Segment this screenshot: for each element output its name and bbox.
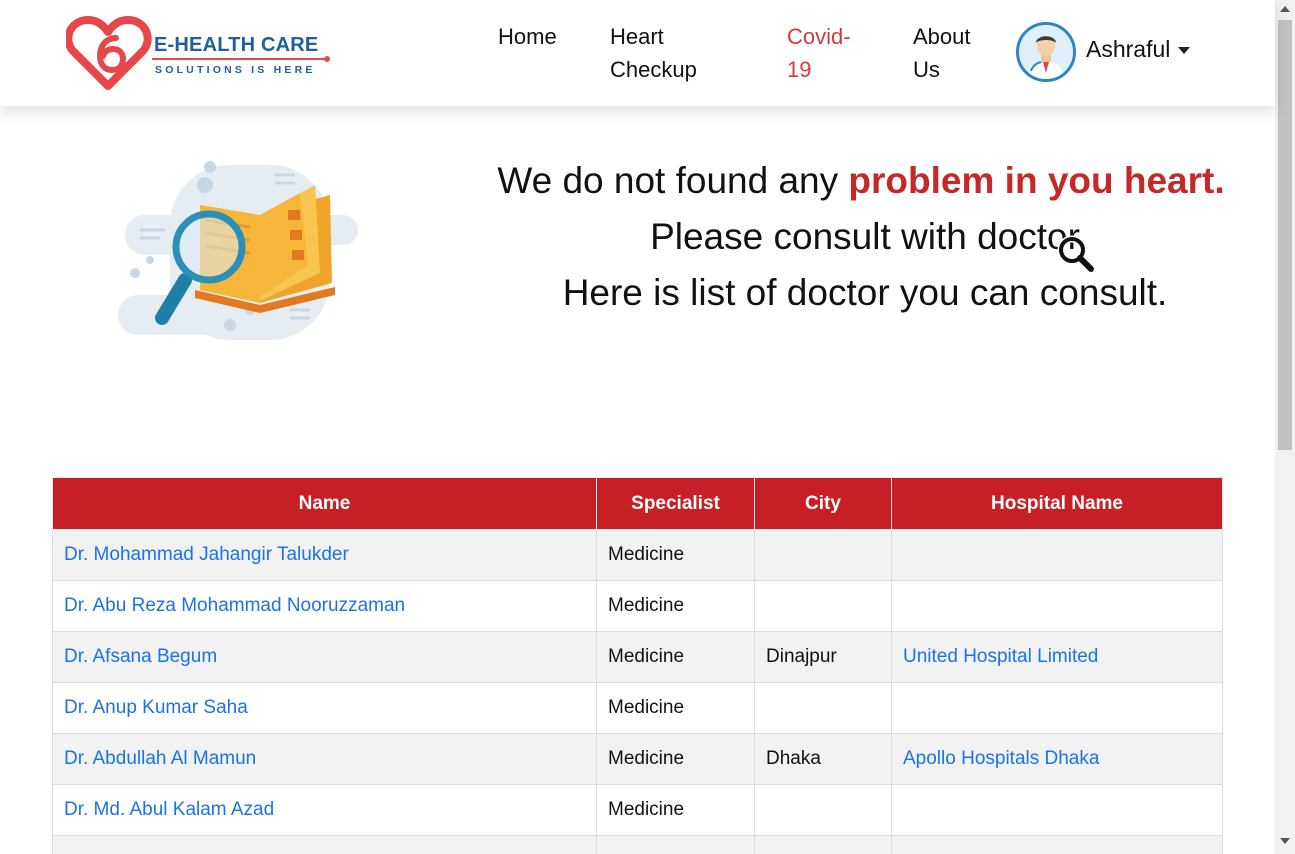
nav-about-label-2: Us	[913, 57, 940, 82]
table-row: Dr. Abdullah Al Mamun Medicine Dhaka Apo…	[52, 733, 1223, 785]
cell-name: Dr. Mohammad Jahangir Talukder	[52, 529, 597, 581]
cell-specialist	[596, 835, 755, 854]
cell-hospital	[891, 835, 1223, 854]
column-header-specialist[interactable]: Specialist	[596, 477, 755, 530]
cell-name: Dr. Md. Abul Kalam Azad	[52, 784, 597, 836]
nav-about-label-1: About	[913, 24, 971, 49]
vertical-scrollbar[interactable]	[1275, 0, 1295, 854]
cell-specialist: Medicine	[596, 682, 755, 734]
table-row	[52, 835, 1223, 854]
table-row: Dr. Anup Kumar Saha Medicine	[52, 682, 1223, 734]
cell-hospital	[891, 682, 1223, 734]
table-row: Dr. Md. Abul Kalam Azad Medicine	[52, 784, 1223, 836]
cell-hospital: Apollo Hospitals Dhaka	[891, 733, 1223, 785]
brand-name: E-HEALTH CARE	[154, 34, 319, 56]
user-name: Ashraful	[1086, 36, 1171, 62]
cell-city: Dhaka	[754, 733, 892, 785]
table-header-row: Name Specialist City Hospital Name	[52, 477, 1223, 530]
table-row: Dr. Abu Reza Mohammad Nooruzzaman Medici…	[52, 580, 1223, 632]
nav-home-label: Home	[498, 24, 557, 49]
hospital-link[interactable]: United Hospital Limited	[903, 646, 1098, 667]
cell-specialist: Medicine	[596, 631, 755, 683]
column-header-hospital[interactable]: Hospital Name	[891, 477, 1223, 530]
doctor-link[interactable]: Dr. Abu Reza Mohammad Nooruzzaman	[64, 595, 405, 616]
scroll-up-arrow-icon[interactable]	[1280, 6, 1290, 12]
doctor-link[interactable]: Dr. Abdullah Al Mamun	[64, 748, 256, 769]
brand-logo[interactable]: E-HEALTH CARE SOLUTIONS IS HERE	[66, 16, 336, 92]
doctor-link[interactable]: Dr. Afsana Begum	[64, 646, 217, 667]
cell-hospital: United Hospital Limited	[891, 631, 1223, 683]
top-navbar: E-HEALTH CARE SOLUTIONS IS HERE Home Hea…	[0, 0, 1275, 106]
cell-city	[754, 529, 892, 581]
nav-covid-label-2: 19	[787, 57, 812, 82]
hero-line-1-prefix: We do not found any	[497, 160, 849, 201]
brand-tagline: SOLUTIONS IS HERE	[155, 64, 316, 76]
doctor-avatar-icon	[1016, 22, 1076, 82]
doctor-link[interactable]: Dr. Md. Abul Kalam Azad	[64, 799, 274, 820]
nav-covid-label-1: Covid-	[787, 24, 851, 49]
table-row: Dr. Mohammad Jahangir Talukder Medicine	[52, 529, 1223, 581]
cell-name: Dr. Anup Kumar Saha	[52, 682, 597, 734]
cell-specialist: Medicine	[596, 784, 755, 836]
nav-home[interactable]: Home	[498, 20, 557, 53]
nav-heart-checkup-label-2: Checkup	[610, 57, 697, 82]
cell-specialist: Medicine	[596, 529, 755, 581]
cell-hospital	[891, 580, 1223, 632]
scroll-down-arrow-icon[interactable]	[1280, 838, 1290, 844]
user-profile-dropdown[interactable]: Ashraful	[1016, 22, 1196, 84]
doctor-link[interactable]: Dr. Anup Kumar Saha	[64, 697, 248, 718]
cell-name: Dr. Abu Reza Mohammad Nooruzzaman	[52, 580, 597, 632]
hero-line-2: Please consult with doctor	[650, 216, 1080, 257]
chevron-down-icon	[1178, 47, 1190, 54]
cell-specialist: Medicine	[596, 580, 755, 632]
column-header-name[interactable]: Name	[52, 477, 597, 530]
hero-line-3: Here is list of doctor you can consult.	[562, 272, 1168, 313]
hero-line-1: We do not found any problem in you heart…	[496, 160, 1226, 202]
cell-hospital	[891, 529, 1223, 581]
cell-city: Dinajpur	[754, 631, 892, 683]
scrollbar-thumb[interactable]	[1278, 20, 1292, 450]
cell-name: Dr. Abdullah Al Mamun	[52, 733, 597, 785]
cell-name	[52, 835, 597, 854]
cell-name: Dr. Afsana Begum	[52, 631, 597, 683]
doctor-link[interactable]: Dr. Mohammad Jahangir Talukder	[64, 544, 349, 565]
hero-highlight: problem in you heart.	[848, 160, 1225, 201]
nav-covid-19[interactable]: Covid- 19	[787, 20, 851, 86]
cell-specialist: Medicine	[596, 733, 755, 785]
cell-city	[754, 835, 892, 854]
nav-heart-checkup[interactable]: Heart Checkup	[610, 20, 697, 86]
table-row: Dr. Afsana Begum Medicine Dinajpur Unite…	[52, 631, 1223, 683]
hospital-link[interactable]: Apollo Hospitals Dhaka	[903, 748, 1099, 769]
doctor-table-container: Name Specialist City Hospital Name Dr. M…	[52, 477, 1223, 854]
nav-heart-checkup-label-1: Heart	[610, 24, 664, 49]
cell-hospital	[891, 784, 1223, 836]
cell-city	[754, 682, 892, 734]
cell-city	[754, 784, 892, 836]
doctor-table: Name Specialist City Hospital Name Dr. M…	[52, 477, 1223, 854]
magnifier-book-icon	[118, 161, 358, 340]
column-header-city[interactable]: City	[754, 477, 892, 530]
nav-about-us[interactable]: About Us	[913, 20, 971, 86]
cell-city	[754, 580, 892, 632]
magnifier-cursor-icon	[1057, 235, 1096, 274]
